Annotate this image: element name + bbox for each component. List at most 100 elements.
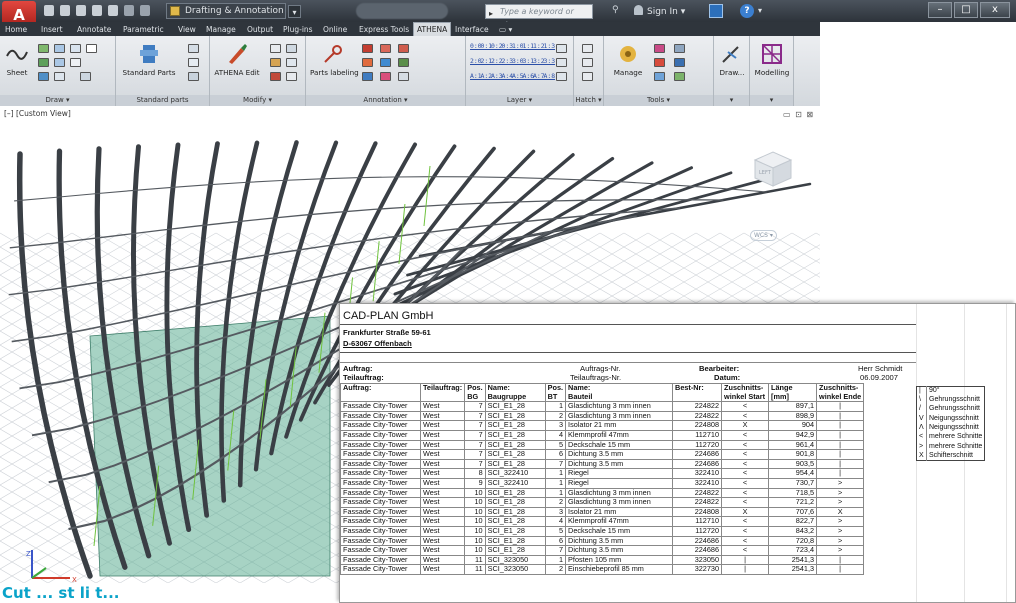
sheet-button[interactable]: Sheet	[2, 42, 32, 77]
block-icon[interactable]	[362, 72, 373, 81]
modify-move-icon[interactable]	[286, 44, 297, 53]
table-cell: 2	[544, 410, 567, 422]
text-icon[interactable]	[70, 58, 81, 67]
line-icon[interactable]	[38, 72, 49, 81]
minimize-button[interactable]: –	[928, 2, 952, 18]
list-icon[interactable]	[54, 44, 65, 53]
dimension-icon[interactable]	[362, 44, 373, 53]
catalog-icon[interactable]	[188, 72, 199, 81]
datum-value: 06.09.2007	[860, 373, 899, 382]
parts-labeling-button[interactable]: Parts labeling	[310, 42, 359, 77]
tab-insert[interactable]: Insert	[38, 23, 66, 36]
workspace-select[interactable]: Drafting & Annotation ▾	[166, 3, 301, 19]
hatch-edit-icon[interactable]	[582, 58, 593, 67]
tab-express-tools[interactable]: Express Tools	[356, 23, 412, 36]
tool-import-icon[interactable]	[654, 72, 665, 81]
viewcube[interactable]: LEFT	[745, 148, 795, 188]
panel-layer-label[interactable]: Layer ▾	[466, 95, 573, 106]
exchange-apps-icon[interactable]	[709, 4, 723, 18]
athena-edit-button[interactable]: ATHENA Edit	[212, 42, 262, 77]
wcs-menu[interactable]: WCS ▾	[750, 230, 777, 241]
tool-export-icon[interactable]	[674, 58, 685, 67]
tab-view[interactable]: View	[175, 23, 199, 36]
help-chevron-icon[interactable]: ▾	[758, 6, 762, 15]
save-as-icon[interactable]	[92, 5, 102, 16]
tool-purge-icon[interactable]	[654, 44, 665, 53]
table-cell: 7	[464, 429, 486, 441]
modify-copy-icon[interactable]	[270, 44, 281, 53]
symbol-icon[interactable]	[380, 72, 391, 81]
tag-icon[interactable]	[380, 58, 391, 67]
gradient-icon[interactable]	[582, 72, 593, 81]
profile-icon[interactable]	[188, 58, 199, 67]
viewport-controls[interactable]: ▭ ⊡ ⊠	[783, 110, 814, 119]
panel-hatch-label[interactable]: Hatch ▾	[574, 95, 603, 106]
panel-modelling-label[interactable]: ▾	[750, 95, 793, 106]
table-cell: <	[721, 458, 770, 470]
tab-output[interactable]: Output	[244, 23, 276, 36]
modelling-button[interactable]: Modelling	[752, 42, 792, 77]
tab-athena[interactable]: ATHENA	[413, 22, 452, 36]
part-icon[interactable]	[188, 44, 199, 53]
hatch-icon[interactable]	[582, 44, 593, 53]
panel-standard-parts-label[interactable]: Standard parts	[116, 95, 209, 106]
scale-button[interactable]: 1:3	[544, 42, 556, 50]
tab-interface[interactable]: Interface	[452, 23, 492, 36]
grid-icon[interactable]	[38, 44, 49, 53]
panel-draw-extra-label[interactable]: ▾	[714, 95, 749, 106]
tab-extra-menu[interactable]: ▭ ▾	[496, 23, 515, 36]
column-icon[interactable]	[86, 44, 97, 53]
save-icon[interactable]	[76, 5, 86, 16]
chevron-down-icon[interactable]: ▾	[288, 5, 301, 18]
tab-manage[interactable]: Manage	[203, 23, 239, 36]
search-input[interactable]: ▸Type a keyword or phrase	[485, 4, 593, 29]
auftrag-value: Auftrags-Nr.	[580, 364, 621, 373]
layer-match-icon[interactable]	[556, 72, 567, 81]
binoculars-icon[interactable]: ⚲	[612, 5, 619, 15]
table-row: Fassade City-Tower West 11 SCI_323050 1 Pfost…	[340, 554, 865, 566]
standard-parts-button[interactable]: Standard Parts	[118, 42, 180, 77]
view-label[interactable]: [–] [Custom View]	[4, 109, 71, 118]
scale-button[interactable]: A:8	[544, 72, 556, 80]
array-icon[interactable]	[54, 72, 65, 81]
panel-annotation-label[interactable]: Annotation ▾	[306, 95, 465, 106]
panel-tools-label[interactable]: Tools ▾	[604, 95, 713, 106]
grid-mini-icon[interactable]	[398, 58, 409, 67]
tool-settings-icon[interactable]	[674, 72, 685, 81]
tab-plugins[interactable]: Plug-ins	[280, 23, 316, 36]
help-icon[interactable]: ?	[740, 4, 754, 18]
layer-state-icon[interactable]	[556, 58, 567, 67]
undo-icon[interactable]	[124, 5, 134, 16]
manage-button[interactable]: Manage	[608, 42, 648, 77]
rows-icon[interactable]	[54, 58, 65, 67]
hatch-mini-icon[interactable]	[80, 72, 91, 81]
modify-mirror-icon[interactable]	[286, 58, 297, 67]
modify-rotate-icon[interactable]	[270, 58, 281, 67]
layer-props-icon[interactable]	[556, 44, 567, 53]
close-button[interactable]: x	[980, 2, 1010, 18]
tab-home[interactable]: Home	[2, 23, 30, 36]
modify-offset-icon[interactable]	[286, 72, 297, 81]
mark-icon[interactable]	[362, 58, 373, 67]
redo-icon[interactable]	[140, 5, 150, 16]
tab-annotate[interactable]: Annotate	[74, 23, 114, 36]
box-icon[interactable]	[70, 44, 81, 53]
draw-button[interactable]: Draw...	[716, 42, 748, 77]
modify-erase-icon[interactable]	[270, 72, 281, 81]
maximize-button[interactable]: □	[954, 2, 978, 18]
scale-button[interactable]: 3:3	[544, 57, 556, 65]
insert-icon[interactable]	[38, 58, 49, 67]
panel-draw-label[interactable]: Draw ▾	[0, 95, 115, 106]
tab-parametric[interactable]: Parametric	[120, 23, 167, 36]
tool-audit-icon[interactable]	[674, 44, 685, 53]
panel-modify-label[interactable]: Modify ▾	[210, 95, 305, 106]
new-file-icon[interactable]	[44, 5, 54, 16]
tool-list-icon[interactable]	[654, 58, 665, 67]
leader-icon[interactable]	[380, 44, 391, 53]
tab-online[interactable]: Online	[320, 23, 350, 36]
open-file-icon[interactable]	[60, 5, 70, 16]
table-mini-icon[interactable]	[398, 44, 409, 53]
sign-in-button[interactable]: Sign In ▾	[634, 5, 685, 17]
more-icon[interactable]	[398, 72, 409, 81]
print-icon[interactable]	[108, 5, 118, 16]
